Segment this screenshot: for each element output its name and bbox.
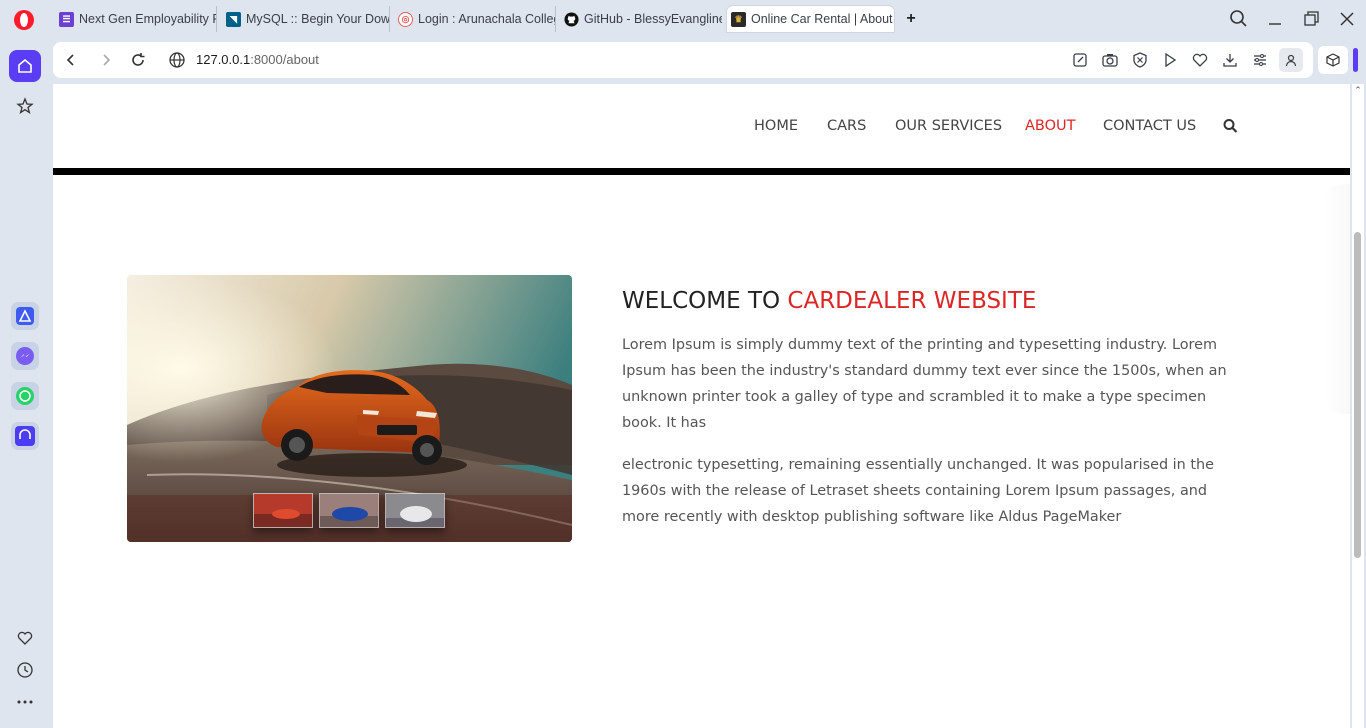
page-viewport: HOME CARS OUR SERVICES ABOUT CONTACT US bbox=[53, 84, 1350, 728]
cube-icon bbox=[1326, 53, 1340, 67]
tab-title: Online Car Rental | About bbox=[751, 12, 893, 26]
opera-sidebar bbox=[0, 38, 50, 728]
download-icon[interactable] bbox=[1221, 51, 1239, 69]
music-app-button[interactable] bbox=[11, 422, 39, 450]
college-icon: ◎ bbox=[398, 11, 413, 27]
heart-icon[interactable] bbox=[1191, 51, 1209, 69]
forward-icon[interactable] bbox=[96, 50, 116, 70]
opera-logo-icon[interactable] bbox=[13, 9, 35, 31]
url-host: 127.0.0.1 bbox=[196, 52, 251, 67]
scroll-up-arrow[interactable]: ⌃ bbox=[1352, 84, 1364, 96]
profile-button[interactable] bbox=[1279, 48, 1303, 72]
adblock-shield-icon[interactable] bbox=[1131, 51, 1149, 69]
more-options-button[interactable] bbox=[9, 686, 41, 718]
about-paragraph-1: Lorem Ipsum is simply dummy text of the … bbox=[622, 337, 1227, 431]
music-player-icon bbox=[15, 426, 35, 446]
whatsapp-icon bbox=[16, 387, 34, 405]
tab-1[interactable]: ◥ MySQL :: Begin Your Down bbox=[222, 6, 390, 32]
back-icon[interactable] bbox=[61, 50, 81, 70]
close-window-icon[interactable] bbox=[1336, 8, 1358, 30]
forms-icon: ☰ bbox=[59, 11, 74, 27]
tab-4-active[interactable]: ♛ Online Car Rental | About bbox=[727, 6, 894, 32]
url-field[interactable]: 127.0.0.1:8000/about bbox=[196, 52, 319, 67]
heart-icon bbox=[17, 631, 33, 645]
about-car-image bbox=[127, 275, 572, 542]
decorative-shadow bbox=[1323, 184, 1350, 414]
nav-contact-us[interactable]: CONTACT US bbox=[1103, 118, 1196, 134]
thumbnail-white-car bbox=[386, 494, 444, 527]
about-paragraph-2: electronic typesetting, remaining essent… bbox=[622, 457, 1214, 525]
clock-icon bbox=[17, 662, 33, 678]
hero-banner-edge bbox=[53, 168, 1350, 175]
heading-prefix: WELCOME TO bbox=[622, 288, 788, 314]
about-heading: WELCOME TO CARDEALER WEBSITE bbox=[622, 288, 1036, 314]
history-button[interactable] bbox=[9, 654, 41, 686]
camera-icon[interactable] bbox=[1101, 51, 1119, 69]
tab-title: Login : Arunachala College bbox=[418, 12, 555, 26]
image-thumbnails bbox=[253, 493, 445, 528]
nav-our-services[interactable]: OUR SERVICES bbox=[895, 118, 1002, 134]
tab-title: MySQL :: Begin Your Down bbox=[246, 12, 389, 26]
tab-title: Next Gen Employability Pr bbox=[79, 12, 216, 26]
star-icon bbox=[16, 97, 34, 114]
easy-setup-icon[interactable] bbox=[1251, 51, 1269, 69]
url-path: :8000/about bbox=[250, 52, 319, 67]
whatsapp-app-button[interactable] bbox=[11, 382, 39, 410]
heading-accent: CARDEALER WEBSITE bbox=[787, 288, 1037, 314]
more-dots-icon bbox=[17, 700, 33, 704]
thumbnail-blue-car bbox=[320, 494, 378, 527]
profile-icon bbox=[1285, 54, 1297, 67]
play-icon[interactable] bbox=[1161, 51, 1179, 69]
reload-icon[interactable] bbox=[128, 50, 148, 70]
search-tabs-icon[interactable] bbox=[1228, 8, 1250, 30]
nav-home[interactable]: HOME bbox=[754, 118, 798, 134]
thumbnail-1[interactable] bbox=[253, 493, 313, 528]
bookmarks-button[interactable] bbox=[9, 90, 41, 122]
thumbnail-red-car bbox=[254, 494, 312, 527]
sidebar-toggle-indicator[interactable] bbox=[1353, 48, 1358, 72]
nav-cars[interactable]: CARS bbox=[827, 118, 866, 134]
scrollbar-thumb[interactable] bbox=[1354, 232, 1361, 558]
new-tab-button[interactable]: + bbox=[902, 10, 920, 28]
restore-icon[interactable] bbox=[1300, 8, 1322, 30]
tab-0[interactable]: ☰ Next Gen Employability Pr bbox=[55, 6, 217, 32]
tab-3[interactable]: GitHub - BlessyEvangline/ bbox=[560, 6, 722, 32]
tab-title: GitHub - BlessyEvangline/ bbox=[584, 12, 722, 26]
messenger-app-button[interactable] bbox=[11, 342, 39, 370]
mysql-icon: ◥ bbox=[226, 11, 241, 27]
minimize-icon[interactable] bbox=[1264, 8, 1286, 30]
aria-app-button[interactable] bbox=[11, 302, 39, 330]
car-rental-icon: ♛ bbox=[731, 11, 746, 27]
github-icon bbox=[564, 11, 579, 27]
address-bar: 127.0.0.1:8000/about bbox=[53, 42, 1313, 78]
site-info-globe-icon[interactable] bbox=[167, 50, 187, 70]
messenger-icon bbox=[16, 347, 34, 365]
thumbnail-2[interactable] bbox=[319, 493, 379, 528]
snapshot-edit-icon[interactable] bbox=[1071, 51, 1089, 69]
tab-2[interactable]: ◎ Login : Arunachala College bbox=[394, 6, 556, 32]
aria-icon bbox=[16, 307, 34, 325]
search-icon[interactable] bbox=[1223, 118, 1238, 134]
tab-strip: ☰ Next Gen Employability Pr ◥ MySQL :: B… bbox=[0, 0, 1366, 38]
home-button[interactable] bbox=[9, 50, 41, 82]
home-icon bbox=[18, 58, 32, 73]
thumbnail-3[interactable] bbox=[385, 493, 445, 528]
my-flow-button[interactable] bbox=[9, 622, 41, 654]
extensions-button[interactable] bbox=[1318, 46, 1348, 74]
site-nav: HOME CARS OUR SERVICES ABOUT CONTACT US bbox=[53, 118, 1350, 138]
nav-about[interactable]: ABOUT bbox=[1025, 118, 1076, 134]
